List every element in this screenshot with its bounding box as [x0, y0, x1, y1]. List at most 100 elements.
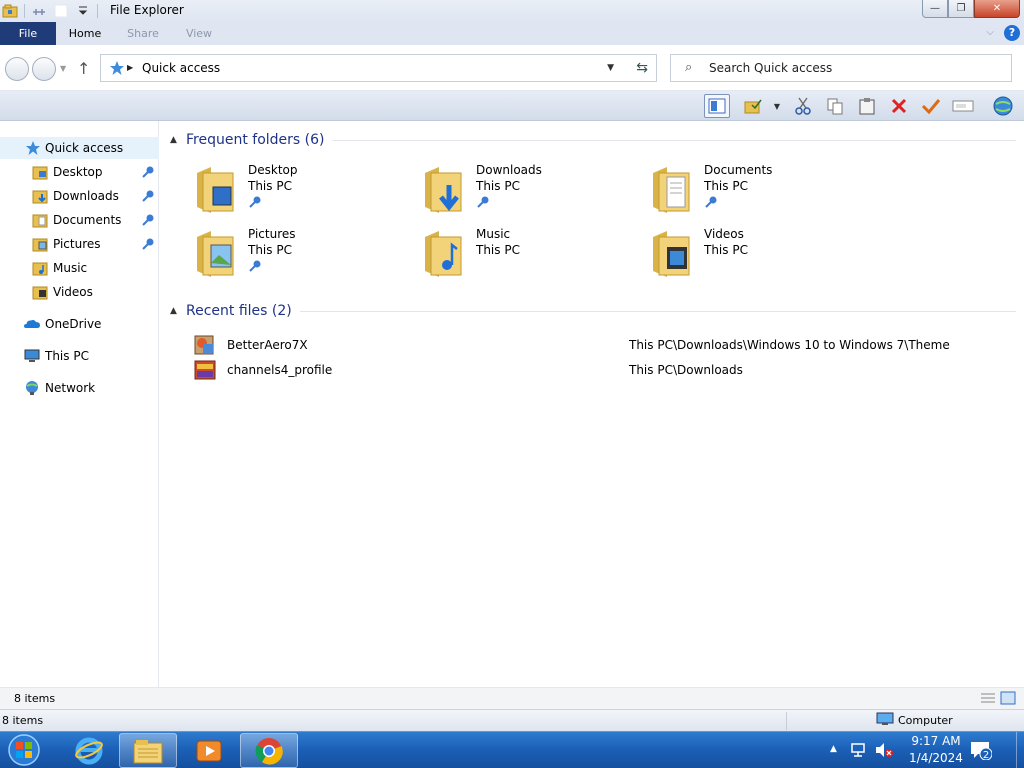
address-history-chevron-icon[interactable]: ▼ [607, 63, 614, 73]
copy-icon [827, 98, 843, 115]
search-input[interactable]: ⌕ Search Quick access [670, 54, 1012, 82]
action-center-button[interactable]: 2 [970, 740, 993, 763]
minimize-icon: — [930, 3, 940, 14]
list-item[interactable]: BetterAero7X This PC\Downloads\Windows 1… [193, 334, 1013, 356]
customize-qat-chevron-icon[interactable] [75, 3, 91, 19]
folder-tile-desktop[interactable]: Desktop This PC [193, 163, 403, 219]
maximize-button[interactable]: ❐ [948, 0, 974, 18]
back-button[interactable] [5, 57, 29, 81]
sidebar-item-desktop[interactable]: Desktop [0, 161, 159, 183]
sidebar-item-downloads[interactable]: Downloads [0, 185, 159, 207]
browser-globe-button[interactable] [990, 94, 1016, 118]
taskbar-file-explorer[interactable] [119, 733, 177, 768]
pin-icon[interactable] [141, 213, 155, 230]
collapse-triangle-icon[interactable]: ▲ [170, 135, 186, 145]
new-folder-icon[interactable] [53, 3, 69, 19]
apply-button[interactable] [918, 94, 944, 118]
pin-icon[interactable] [141, 165, 155, 182]
tab-view[interactable]: View [176, 22, 222, 45]
sidebar-item-documents[interactable]: Documents [0, 209, 159, 231]
clock-date[interactable]: 1/4/2024 [902, 751, 970, 765]
folder-tile-downloads[interactable]: Downloads This PC [421, 163, 631, 219]
file-path: This PC\Downloads\Windows 10 to Windows … [629, 338, 950, 352]
pin-icon[interactable] [248, 259, 262, 276]
maximize-icon: ❐ [956, 3, 966, 14]
sidebar-item-label: Documents [53, 213, 122, 227]
sidebar-item-music[interactable]: Music [0, 257, 159, 279]
search-placeholder: Search Quick access [709, 61, 833, 75]
pin-icon[interactable] [704, 195, 718, 212]
folder-tile-documents[interactable]: Documents This PC [649, 163, 859, 219]
documents-folder-icon [32, 212, 48, 228]
address-path[interactable]: Quick access [142, 61, 220, 75]
cut-button[interactable] [790, 94, 816, 118]
options-dropdown[interactable]: ▼ [768, 94, 786, 118]
sidebar-item-onedrive[interactable]: OneDrive [0, 313, 159, 335]
folder-name: Documents [704, 163, 773, 177]
details-view-icon[interactable] [980, 691, 996, 708]
forward-button[interactable] [32, 57, 56, 81]
large-icons-view-icon[interactable] [1000, 691, 1016, 708]
list-item[interactable]: channels4_profile This PC\Downloads [193, 359, 1013, 381]
select-folder-button[interactable] [740, 94, 766, 118]
show-desktop-button[interactable] [1016, 732, 1024, 768]
downloads-folder-icon [32, 188, 48, 204]
status-bar: 8 items [0, 687, 1024, 709]
collapse-triangle-icon[interactable]: ▲ [170, 306, 186, 316]
sidebar-item-network[interactable]: Network [0, 377, 159, 399]
file-path: This PC\Downloads [629, 363, 743, 377]
downloads-folder-icon [421, 163, 469, 215]
address-bar[interactable]: ▶ Quick access ▼ ⇆ [100, 54, 657, 82]
window-title: File Explorer [110, 3, 184, 17]
sidebar-item-label: Music [53, 261, 88, 275]
folder-tile-pictures[interactable]: Pictures This PC [193, 227, 403, 283]
refresh-icon[interactable]: ⇆ [636, 60, 648, 76]
checkmark-icon [921, 99, 941, 115]
taskbar-media-player[interactable] [180, 733, 238, 768]
properties-icon[interactable] [31, 3, 47, 19]
up-arrow-icon[interactable]: ↑ [77, 59, 90, 78]
pin-icon[interactable] [476, 195, 490, 212]
taskbar-internet-explorer[interactable] [60, 733, 118, 768]
volume-muted-icon[interactable] [874, 742, 894, 761]
pin-icon[interactable] [141, 237, 155, 254]
tab-home[interactable]: Home [60, 22, 110, 45]
help-button[interactable]: ? [1004, 25, 1020, 41]
folder-tile-videos[interactable]: Videos This PC [649, 227, 859, 283]
delete-button[interactable] [886, 94, 912, 118]
rename-button[interactable] [950, 94, 976, 118]
tab-share[interactable]: Share [120, 22, 166, 45]
sidebar-item-videos[interactable]: Videos [0, 281, 159, 303]
zone-indicator: Computer [876, 712, 953, 729]
clock-time[interactable]: 9:17 AM [906, 734, 966, 748]
recent-files-header[interactable]: ▲ Recent files (2) [170, 301, 1016, 321]
expand-ribbon-chevron-icon[interactable]: ⌵ [986, 27, 994, 38]
sidebar-item-quick-access[interactable]: Quick access [0, 137, 159, 159]
taskbar-chrome[interactable] [240, 733, 298, 768]
minimize-button[interactable]: — [922, 0, 948, 18]
sidebar-item-label: Downloads [53, 189, 119, 203]
pin-icon[interactable] [141, 189, 155, 206]
copy-button[interactable] [822, 94, 848, 118]
frequent-folders-header[interactable]: ▲ Frequent folders (6) [170, 130, 1016, 150]
network-status-icon[interactable] [850, 742, 868, 761]
show-hidden-icons-icon[interactable]: ▲ [830, 744, 837, 754]
breadcrumb-separator-icon[interactable]: ▶ [127, 63, 133, 72]
close-button[interactable]: ✕ [974, 0, 1020, 18]
recent-locations-chevron-icon[interactable]: ▼ [60, 64, 66, 73]
computer-icon [24, 348, 40, 364]
folder-tile-music[interactable]: Music This PC [421, 227, 631, 283]
paste-button[interactable] [854, 94, 880, 118]
pin-icon[interactable] [248, 195, 262, 212]
folder-name: Videos [704, 227, 744, 241]
start-button[interactable] [4, 732, 44, 768]
sidebar-item-pictures[interactable]: Pictures [0, 233, 159, 255]
tab-file[interactable]: File [0, 22, 56, 45]
group-title: Frequent folders (6) [186, 132, 325, 148]
explorer-app-icon[interactable] [2, 3, 18, 19]
sidebar-item-this-pc[interactable]: This PC [0, 345, 159, 367]
cut-icon [795, 97, 811, 115]
navigation-pane: Quick access Desktop Downloads Documents [0, 121, 159, 687]
folder-name: Music [476, 227, 511, 241]
preview-pane-button[interactable] [704, 94, 730, 118]
